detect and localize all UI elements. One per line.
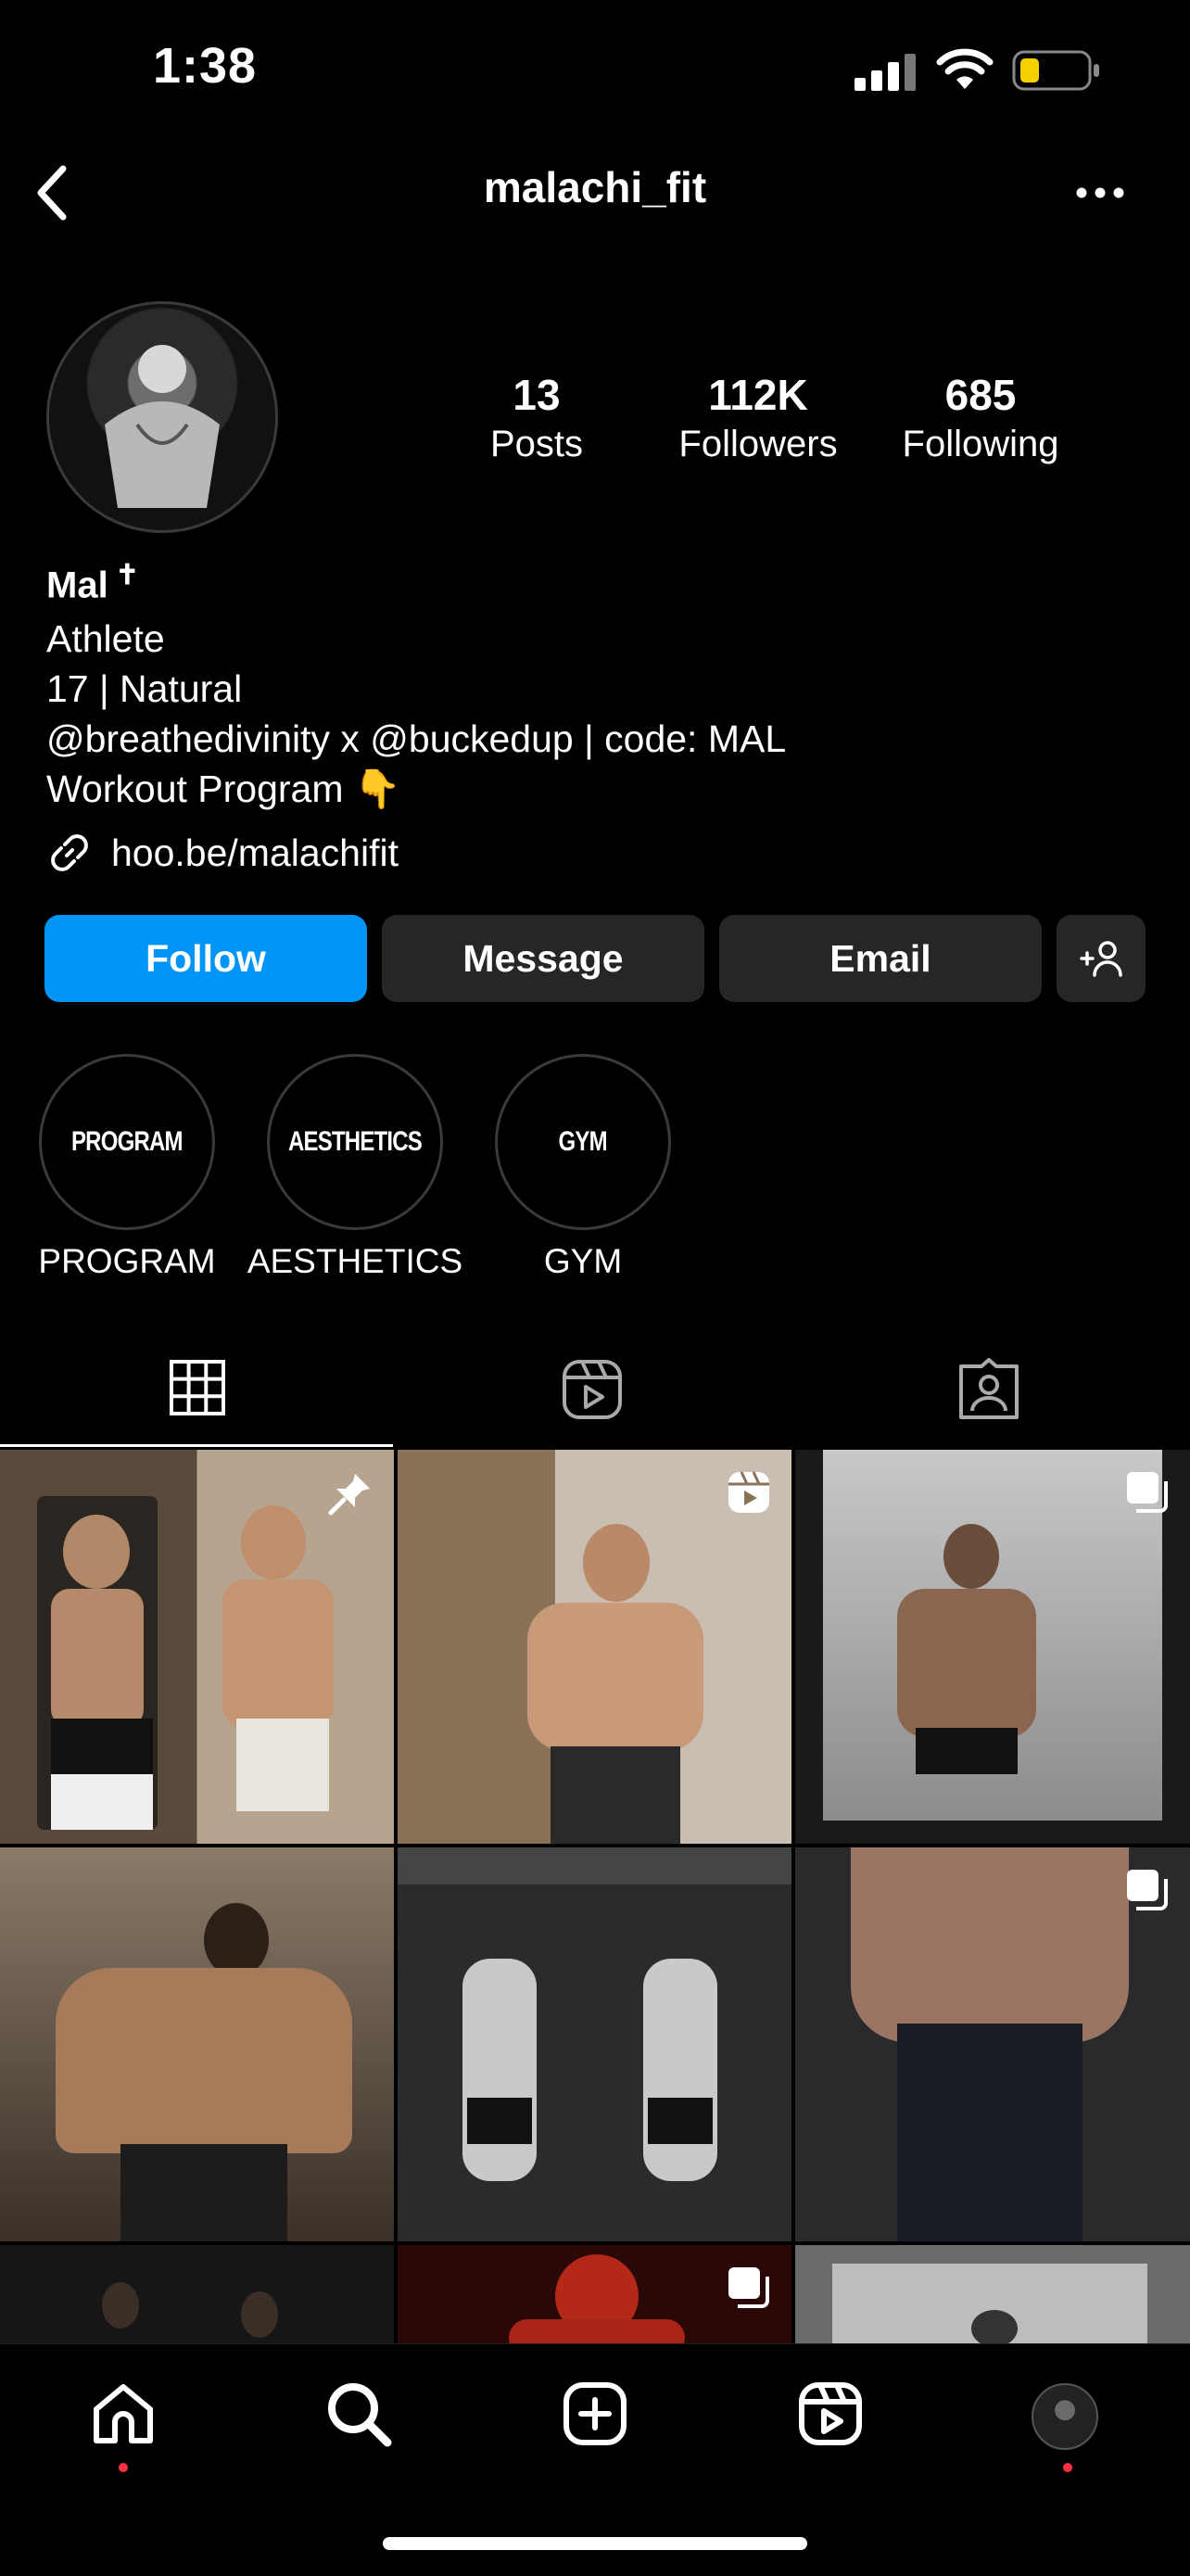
followers-label: Followers [678, 424, 838, 464]
highlight-program[interactable]: PROGRAM [39, 1054, 215, 1230]
grid-post[interactable] [795, 1450, 1190, 1844]
highlight-cover: AESTHETICS [267, 1054, 443, 1230]
tab-grid[interactable] [169, 1359, 226, 1416]
home-indicator [383, 2537, 807, 2550]
followers-stat[interactable]: 112K Followers [656, 369, 860, 467]
wifi-icon [936, 48, 994, 89]
home-notification-dot [119, 2463, 128, 2472]
more-options-icon[interactable] [1075, 185, 1125, 200]
create-post-icon[interactable] [563, 2381, 627, 2446]
active-tab-indicator [0, 1444, 393, 1447]
posts-grid [0, 1450, 1190, 2343]
highlight-cover-text: AESTHETICS [287, 1126, 423, 1157]
reels-icon[interactable] [798, 2381, 863, 2446]
home-icon[interactable] [91, 2381, 156, 2446]
highlight-label: AESTHETICS [247, 1242, 463, 1280]
grid-post[interactable] [398, 1450, 791, 1844]
carousel-icon [1127, 1472, 1168, 1513]
profile-notification-dot [1063, 2463, 1072, 2472]
posts-stat[interactable]: 13 Posts [435, 369, 639, 467]
grid-post[interactable] [398, 1847, 791, 2241]
tagged-icon [959, 1358, 1019, 1419]
highlight-aesthetics[interactable]: AESTHETICS [267, 1054, 443, 1230]
highlight-cover-text: PROGRAM [71, 1126, 184, 1157]
followers-count: 112K [708, 371, 808, 419]
grid-post[interactable] [795, 2245, 1190, 2343]
search-icon[interactable] [324, 2379, 393, 2448]
status-time: 1:38 [153, 38, 258, 94]
bio-line: @breathedivinity x @buckedup | code: MAL [46, 717, 787, 760]
reels-icon [563, 1360, 622, 1419]
message-button[interactable]: Message [382, 915, 704, 1002]
grid-post[interactable] [0, 1450, 394, 1844]
highlight-gym[interactable]: GYM [495, 1054, 671, 1230]
tab-reels[interactable] [562, 1359, 623, 1420]
display-name-text: Mal [46, 565, 108, 606]
highlight-label: GYM [543, 1242, 623, 1280]
bio-category: Athlete [46, 617, 165, 660]
grid-post[interactable] [795, 1847, 1190, 2241]
grid-icon [170, 1360, 225, 1415]
bio-line: Workout Program 👇 [46, 768, 401, 810]
highlight-cover: PROGRAM [39, 1054, 215, 1230]
following-count: 685 [944, 371, 1017, 419]
profile-link[interactable]: hoo.be/malachifit [46, 830, 399, 876]
pin-icon [328, 1474, 370, 1516]
highlight-cover: GYM [495, 1054, 671, 1230]
tab-tagged[interactable] [958, 1357, 1019, 1420]
grid-post[interactable] [0, 1847, 394, 2241]
following-stat[interactable]: 685 Following [879, 369, 1082, 467]
grid-post[interactable] [0, 2245, 394, 2343]
bio-line: 17 | Natural [46, 667, 243, 710]
link-icon [51, 834, 88, 871]
add-person-icon [1080, 941, 1122, 977]
cross-symbol: ✝ [115, 560, 139, 590]
posts-label: Posts [489, 424, 584, 464]
profile-username: malachi_fit [483, 163, 707, 211]
profile-link-text: hoo.be/malachifit [111, 831, 399, 874]
profile-avatar[interactable] [46, 301, 278, 533]
follow-button[interactable]: Follow [44, 915, 367, 1002]
display-name: Mal ✝ [46, 559, 139, 606]
avatar-figure [105, 345, 220, 508]
highlight-label: PROGRAM [38, 1242, 216, 1280]
profile-tab-avatar[interactable] [1032, 2383, 1098, 2450]
grid-post[interactable] [398, 2245, 791, 2343]
email-button[interactable]: Email [719, 915, 1042, 1002]
posts-count: 13 [513, 371, 561, 419]
carousel-icon [1127, 1870, 1168, 1910]
carousel-icon [728, 2267, 769, 2308]
following-label: Following [902, 424, 1059, 464]
highlight-cover-text: GYM [558, 1126, 608, 1157]
battery-icon [1012, 50, 1099, 91]
reel-icon [728, 1471, 769, 1513]
signal-icon [855, 54, 916, 91]
suggested-users-button[interactable] [1057, 915, 1146, 1002]
